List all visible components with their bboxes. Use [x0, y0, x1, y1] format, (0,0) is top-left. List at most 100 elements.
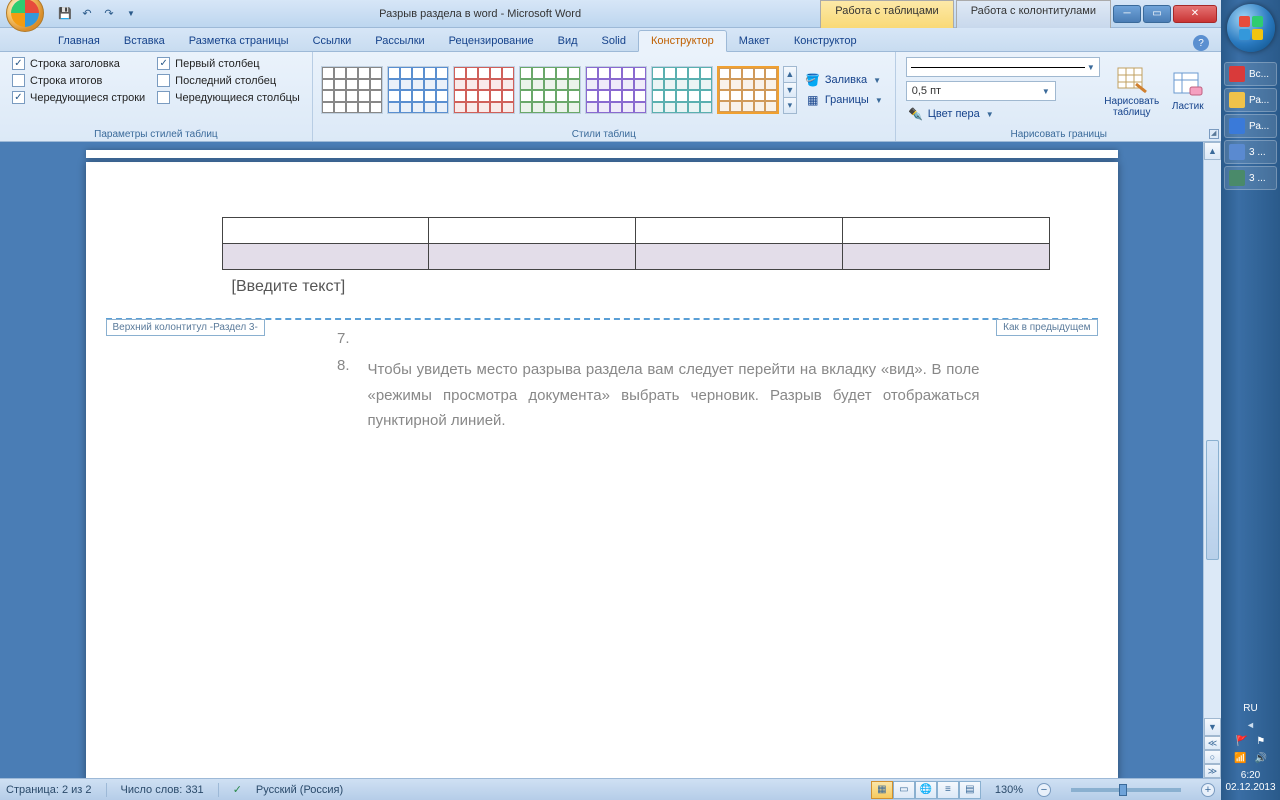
- shading-button[interactable]: 🪣 Заливка▼: [803, 71, 885, 89]
- scroll-down-icon[interactable]: ▼: [1204, 718, 1221, 736]
- vertical-scrollbar[interactable]: ▲ ▼ ≪ ○ ≫: [1203, 142, 1221, 778]
- checkbox-icon: [12, 74, 25, 87]
- status-page[interactable]: Страница: 2 из 2: [6, 784, 92, 796]
- tab-design2[interactable]: Конструктор: [782, 31, 869, 51]
- zoom-slider[interactable]: [1071, 788, 1181, 792]
- minimize-button[interactable]: ─: [1113, 5, 1141, 23]
- gallery-up-icon[interactable]: ▲: [784, 67, 796, 83]
- redo-icon[interactable]: ↷: [100, 5, 118, 23]
- view-web[interactable]: 🌐: [915, 781, 937, 799]
- checkbox-icon: [157, 91, 170, 104]
- taskbar-item[interactable]: 3 ...: [1224, 140, 1277, 164]
- line-weight-combo[interactable]: 0,5 пт▼: [906, 81, 1056, 101]
- save-icon[interactable]: 💾: [56, 5, 74, 23]
- checkbox-option[interactable]: Строка итогов: [12, 74, 145, 87]
- taskbar-item[interactable]: Ра...: [1224, 88, 1277, 112]
- view-draft[interactable]: ▤: [959, 781, 981, 799]
- tab-references[interactable]: Ссылки: [301, 31, 364, 51]
- start-button[interactable]: [1227, 4, 1275, 52]
- view-outline[interactable]: ≡: [937, 781, 959, 799]
- view-buttons: ▦ ▭ 🌐 ≡ ▤: [871, 781, 981, 799]
- next-page-icon[interactable]: ≫: [1204, 764, 1221, 778]
- checkbox-option[interactable]: ✓Первый столбец: [157, 57, 300, 70]
- draw-table-icon: [1116, 66, 1148, 94]
- tab-solid[interactable]: Solid: [590, 31, 638, 51]
- taskbar-item[interactable]: Вс...: [1224, 62, 1277, 86]
- gallery-scroll[interactable]: ▲▼▾: [783, 66, 797, 114]
- help-icon[interactable]: ?: [1193, 35, 1209, 51]
- bucket-icon: 🪣: [805, 72, 821, 88]
- zoom-in-button[interactable]: +: [1201, 783, 1215, 797]
- group-table-style-options: ✓Строка заголовка Строка итогов ✓Чередующи…: [0, 52, 313, 141]
- taskbar-item[interactable]: Ра...: [1224, 114, 1277, 138]
- status-words[interactable]: Число слов: 331: [121, 784, 204, 796]
- qat-more-icon[interactable]: ▼: [122, 5, 140, 23]
- tab-mailings[interactable]: Рассылки: [363, 31, 436, 51]
- system-tray: RU ◄ 🚩 ⚑ 📶 🔊 6:20 02.12.2013: [1221, 697, 1280, 800]
- dialog-launcher-icon[interactable]: ◢: [1209, 129, 1219, 139]
- tray-flag-icon[interactable]: 🚩: [1236, 736, 1248, 747]
- title-bar: 💾 ↶ ↷ ▼ Разрыв раздела в word - Microsof…: [0, 0, 1221, 28]
- checkbox-option[interactable]: Последний столбец: [157, 74, 300, 87]
- tab-home[interactable]: Главная: [46, 31, 112, 51]
- table-style-thumb[interactable]: [585, 66, 647, 114]
- table-style-thumb[interactable]: [387, 66, 449, 114]
- scroll-up-icon[interactable]: ▲: [1204, 142, 1221, 160]
- proofing-icon[interactable]: ✓: [233, 783, 242, 796]
- table-style-thumb[interactable]: [717, 66, 779, 114]
- body-text: 7.8.Чтобы увидеть место разрыва раздела …: [332, 330, 980, 434]
- browse-object-icon[interactable]: ○: [1204, 750, 1221, 764]
- borders-button[interactable]: ▦ Границы▼: [803, 91, 885, 109]
- table-styles-gallery[interactable]: ▲▼▾: [319, 55, 799, 125]
- taskbar-item[interactable]: 3 ...: [1224, 166, 1277, 190]
- context-tab-headers[interactable]: Работа с колонтитулами: [956, 0, 1111, 28]
- checkbox-icon: [157, 74, 170, 87]
- table-style-thumb[interactable]: [519, 66, 581, 114]
- tab-design[interactable]: Конструктор: [638, 30, 727, 52]
- tab-insert[interactable]: Вставка: [112, 31, 177, 51]
- scroll-thumb[interactable]: [1206, 440, 1219, 560]
- tray-expand-icon[interactable]: ◄: [1246, 720, 1255, 730]
- tab-pagelayout[interactable]: Разметка страницы: [177, 31, 301, 51]
- office-button[interactable]: [6, 0, 44, 32]
- gallery-more-icon[interactable]: ▾: [784, 98, 796, 113]
- tab-review[interactable]: Рецензирование: [437, 31, 546, 51]
- tab-layout[interactable]: Макет: [727, 31, 782, 51]
- table-style-thumb[interactable]: [651, 66, 713, 114]
- line-style-combo[interactable]: ▼: [906, 57, 1100, 77]
- checkbox-option[interactable]: ✓Чередующиеся строки: [12, 91, 145, 104]
- tab-view[interactable]: Вид: [546, 31, 590, 51]
- tray-clock[interactable]: 6:20 02.12.2013: [1225, 770, 1275, 794]
- pen-icon: ✒️: [908, 106, 924, 122]
- zoom-level[interactable]: 130%: [995, 784, 1023, 796]
- gallery-down-icon[interactable]: ▼: [784, 83, 796, 99]
- taskbar-app-icon: [1229, 92, 1245, 108]
- tray-lang[interactable]: RU: [1243, 703, 1257, 714]
- undo-icon[interactable]: ↶: [78, 5, 96, 23]
- quick-access-toolbar: 💾 ↶ ↷ ▼: [56, 5, 140, 23]
- close-button[interactable]: ✕: [1173, 5, 1217, 23]
- status-language[interactable]: Русский (Россия): [256, 784, 343, 796]
- draw-table-button[interactable]: Нарисовать таблицу: [1104, 55, 1160, 125]
- group-label: Параметры стилей таблиц: [0, 129, 312, 140]
- zoom-out-button[interactable]: −: [1037, 783, 1051, 797]
- tray-network-icon[interactable]: 📶: [1234, 753, 1246, 764]
- status-bar: Страница: 2 из 2 Число слов: 331 ✓ Русск…: [0, 778, 1221, 800]
- pen-color-button[interactable]: ✒️ Цвет пера▼: [906, 105, 1100, 123]
- table-style-thumb[interactable]: [321, 66, 383, 114]
- checkbox-option[interactable]: ✓Строка заголовка: [12, 57, 145, 70]
- taskbar-app-icon: [1229, 144, 1245, 160]
- document-area[interactable]: [Введите текст] Верхний колонтитул -Разд…: [0, 142, 1203, 778]
- header-table[interactable]: [222, 217, 1050, 270]
- tray-volume-icon[interactable]: 🔊: [1255, 753, 1267, 764]
- tray-action-icon[interactable]: ⚑: [1256, 736, 1265, 747]
- maximize-button[interactable]: ▭: [1143, 5, 1171, 23]
- view-fullscreen[interactable]: ▭: [893, 781, 915, 799]
- view-print-layout[interactable]: ▦: [871, 781, 893, 799]
- header-placeholder[interactable]: [Введите текст]: [232, 278, 972, 296]
- table-style-thumb[interactable]: [453, 66, 515, 114]
- checkbox-option[interactable]: Чередующиеся столбцы: [157, 91, 300, 104]
- eraser-button[interactable]: Ластик: [1160, 55, 1216, 125]
- context-tab-tables[interactable]: Работа с таблицами: [820, 0, 953, 28]
- prev-page-icon[interactable]: ≪: [1204, 736, 1221, 750]
